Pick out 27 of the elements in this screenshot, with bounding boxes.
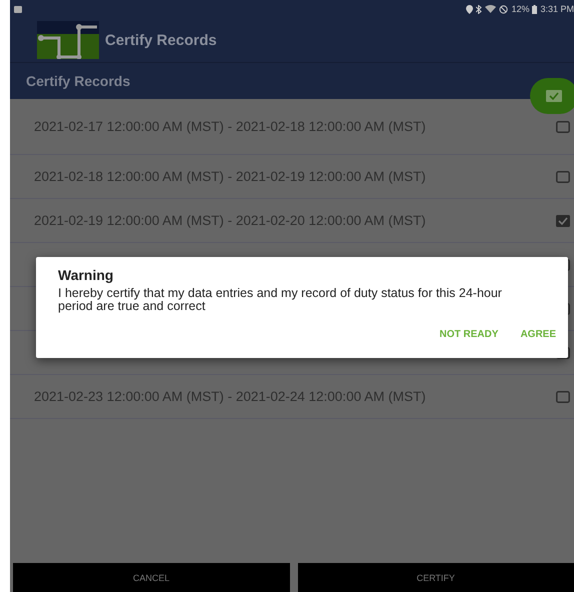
section-title: Certify Records [26,73,130,89]
battery-percent: 12% [511,4,530,14]
record-period[interactable]: 2021-02-17 12:00:00 AM (MST) - 2021-02-18 12:00:00 AM (MST) [34,119,426,134]
blocked-icon [499,4,508,14]
dialog-title: Warning [58,267,114,283]
checkbox[interactable] [556,390,570,402]
record-period[interactable]: 2021-02-18 12:00:00 AM (MST) - 2021-02-19 12:00:00 AM (MST) [34,169,426,184]
certify-fab[interactable] [530,78,574,114]
dialog-action-button[interactable]: NOT READY [436,327,502,342]
record-period[interactable]: 2021-02-19 12:00:00 AM (MST) - 2021-02-20 12:00:00 AM (MST) [34,213,426,228]
app-logo-icon [37,21,99,59]
check-icon [546,90,562,102]
dialog-action-button[interactable]: AGREE [516,327,560,342]
wifi-icon [485,5,496,13]
record-period[interactable]: 2021-02-23 12:00:00 AM (MST) - 2021-02-24 12:00:00 AM (MST) [34,389,426,404]
app-title: Certify Records [105,32,217,48]
checked-checkbox[interactable] [556,214,570,226]
location-icon [466,4,474,14]
clock-time: 3:31 PM [540,4,574,14]
footer-button[interactable]: CERTIFY [298,563,574,592]
dialog-message: I hereby certify that my data entries and my record of duty status for this 24-hour period are true and correct [58,287,503,313]
checkbox[interactable] [556,120,570,132]
notification-icon [14,6,22,12]
bluetooth-icon [476,4,482,14]
footer-button[interactable]: CANCEL [13,563,290,592]
checkbox[interactable] [556,170,570,182]
battery-icon [532,4,538,14]
